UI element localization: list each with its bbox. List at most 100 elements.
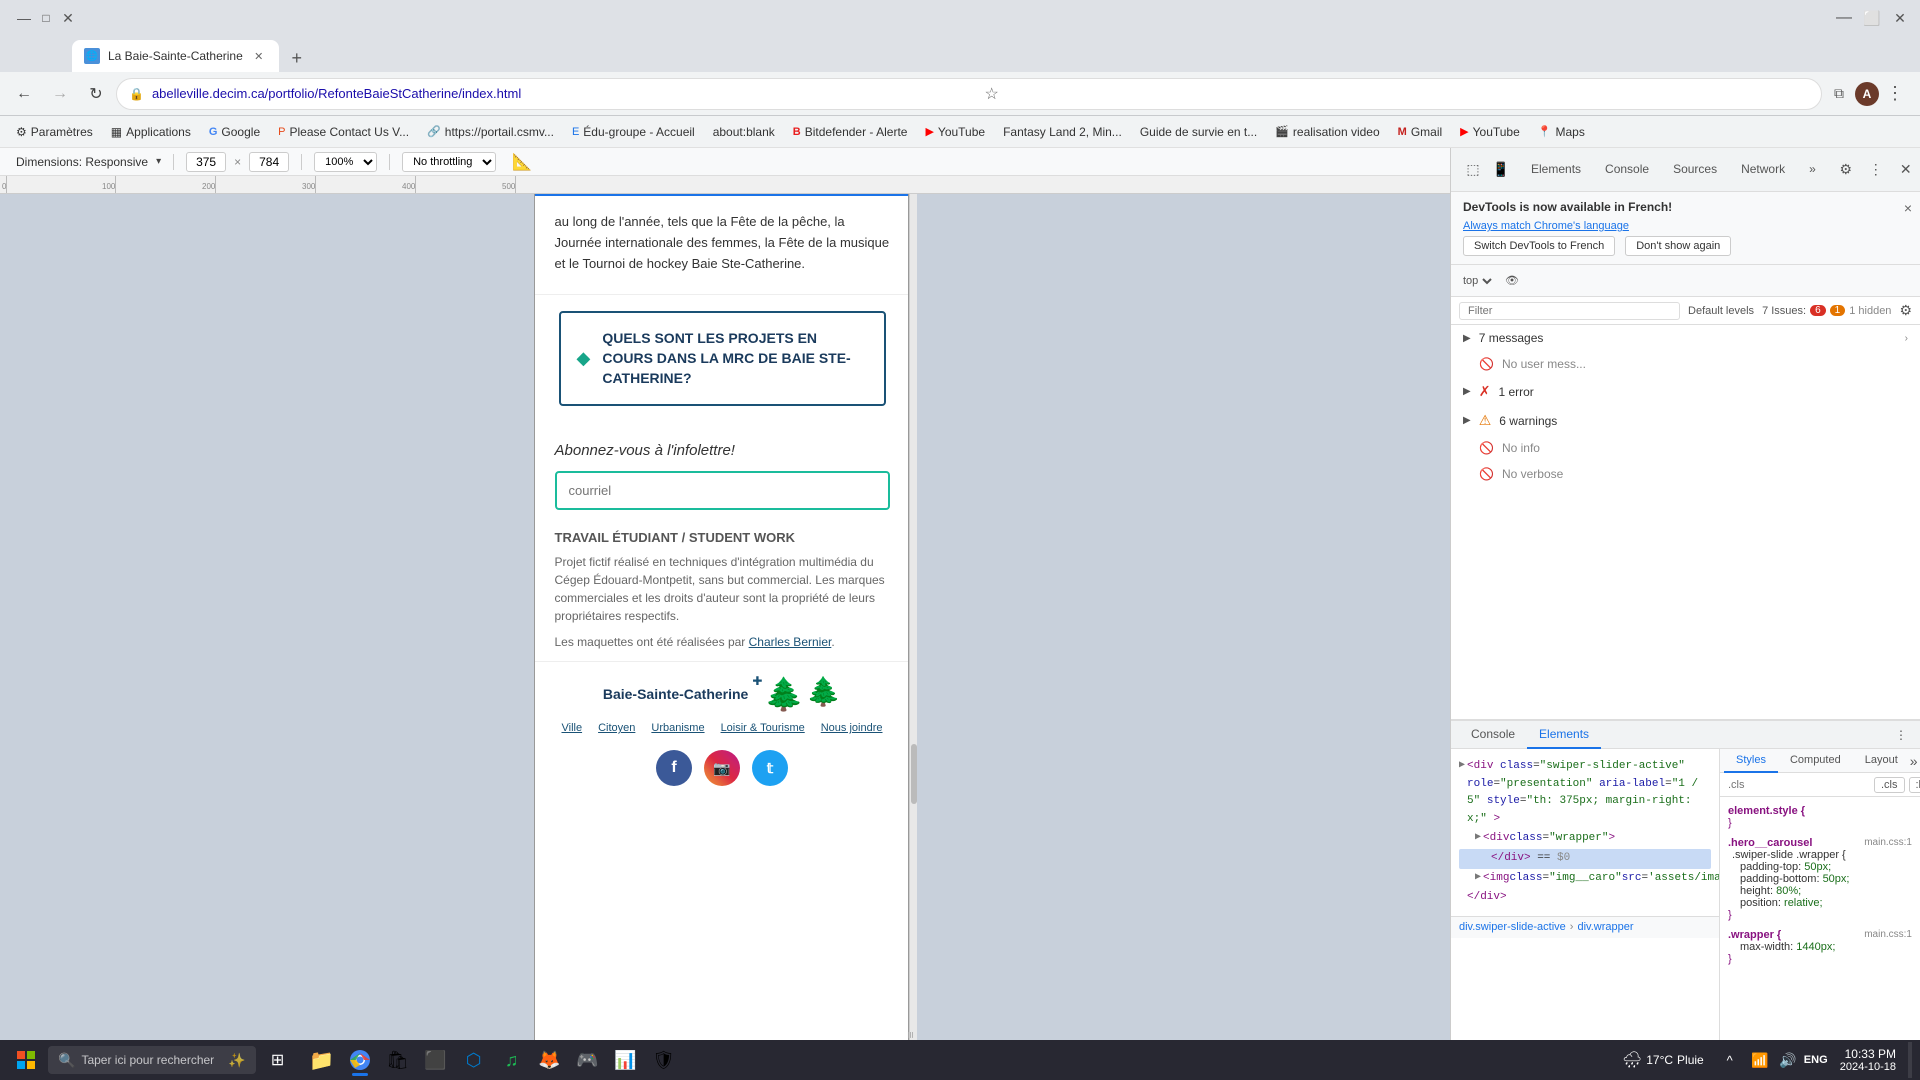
device-toolbar-dropdown-icon[interactable]: ▾: [156, 156, 161, 167]
reload-button[interactable]: ↻: [80, 78, 112, 110]
browser-minimize-button[interactable]: —: [1832, 6, 1856, 30]
cls-button[interactable]: .cls: [1874, 777, 1905, 793]
viewport-width-input[interactable]: [186, 152, 226, 172]
zoom-select[interactable]: 100%: [314, 152, 377, 172]
issues-settings-icon[interactable]: ⚙: [1899, 302, 1912, 319]
viewport-scrollbar[interactable]: ≡: [909, 194, 917, 1040]
expand-icon[interactable]: ▶: [1459, 758, 1465, 774]
bookmark-portail[interactable]: 🔗 https://portail.csmv...: [419, 123, 562, 141]
taskbar-clock[interactable]: 10:33 PM 2024-10-18: [1832, 1047, 1904, 1073]
language-indicator[interactable]: ENG: [1804, 1048, 1828, 1072]
browser-tab-active[interactable]: 🌐 La Baie-Sainte-Catherine ✕: [72, 40, 279, 72]
taskbar-search-bar[interactable]: 🔍 Taper ici pour rechercher ✨: [48, 1046, 256, 1074]
profile-button[interactable]: A: [1854, 81, 1880, 107]
taskbar-chrome[interactable]: [342, 1042, 378, 1078]
browser-menu-button[interactable]: ⋮: [1882, 81, 1908, 107]
device-toolbar-more-icon[interactable]: 📐: [512, 152, 532, 172]
facebook-link[interactable]: f: [656, 750, 692, 786]
taskbar-store[interactable]: 🛍: [380, 1042, 416, 1078]
expand-icon[interactable]: ▶: [1475, 870, 1481, 886]
minimize-button[interactable]: —: [16, 10, 32, 26]
bottom-tab-elements[interactable]: Elements: [1527, 721, 1601, 749]
filter-input[interactable]: [1459, 302, 1680, 320]
footer-nav-urbanisme[interactable]: Urbanisme: [651, 722, 704, 734]
newsletter-input[interactable]: [555, 471, 890, 510]
inspect-element-button[interactable]: ⬚: [1459, 156, 1487, 184]
device-mode-button[interactable]: 📱: [1487, 156, 1515, 184]
show-hidden-icons-button[interactable]: ^: [1720, 1050, 1740, 1070]
footer-nav-joindre[interactable]: Nous joindre: [821, 722, 883, 734]
taskbar-other1[interactable]: 🎮: [570, 1042, 606, 1078]
expand-icon[interactable]: ▶: [1475, 830, 1481, 846]
accordion-item[interactable]: ◆ QUELS SONT LES PROJETS EN COURS DANS L…: [559, 311, 886, 406]
volume-icon[interactable]: 🔊: [1776, 1048, 1800, 1072]
taskbar-file-explorer[interactable]: 📁: [304, 1042, 340, 1078]
styles-more-icon[interactable]: »: [1910, 753, 1918, 769]
maximize-button[interactable]: □: [38, 10, 54, 26]
styles-tab[interactable]: Styles: [1724, 749, 1778, 773]
weather-widget[interactable]: 🌧 17°C Pluie: [1614, 1050, 1712, 1070]
context-select[interactable]: top: [1459, 274, 1495, 288]
layout-tab[interactable]: Layout: [1853, 749, 1910, 773]
taskbar-cmd[interactable]: ⬛: [418, 1042, 454, 1078]
bottom-panel-more-button[interactable]: ⋮: [1890, 724, 1912, 746]
issue-7-messages[interactable]: ▶ 7 messages ›: [1451, 325, 1920, 351]
taskbar-other3[interactable]: 🛡: [646, 1042, 682, 1078]
styles-filter-input[interactable]: [1728, 779, 1870, 791]
bookmark-edu[interactable]: E Édu-groupe - Accueil: [564, 123, 703, 141]
toggle-eyedropper-button[interactable]: 👁: [1499, 272, 1525, 289]
issue-no-info[interactable]: 🚫 No info: [1451, 435, 1920, 461]
tab-console[interactable]: Console: [1593, 156, 1661, 184]
tab-sources[interactable]: Sources: [1661, 156, 1729, 184]
mobile-page-viewport[interactable]: au long de l'année, tels que la Fête de …: [534, 194, 909, 1040]
tab-elements[interactable]: Elements: [1519, 156, 1593, 184]
notification-link[interactable]: Always match Chrome's language: [1463, 220, 1908, 232]
taskbar-other2[interactable]: 📊: [608, 1042, 644, 1078]
tab-more[interactable]: »: [1797, 156, 1828, 184]
bookmark-maps[interactable]: 📍 Maps: [1530, 123, 1593, 141]
bookmark-fantasy[interactable]: Fantasy Land 2, Min...: [995, 123, 1130, 141]
scrollbar-thumb[interactable]: [911, 744, 917, 804]
devtools-more-button[interactable]: ⋮: [1862, 156, 1890, 184]
footer-nav-loisir[interactable]: Loisir & Tourisme: [721, 722, 805, 734]
taskbar-vscode[interactable]: ⬡: [456, 1042, 492, 1078]
taskbar-spotify[interactable]: ♫: [494, 1042, 530, 1078]
task-view-button[interactable]: ⊞: [260, 1042, 296, 1078]
bookmark-parametres[interactable]: ⚙ Paramètres: [8, 123, 101, 141]
new-tab-button[interactable]: +: [283, 44, 311, 72]
extensions-button[interactable]: ⧉: [1826, 81, 1852, 107]
forward-button[interactable]: →: [44, 78, 76, 110]
bottom-tab-console[interactable]: Console: [1459, 721, 1527, 749]
bookmark-google[interactable]: G Google: [201, 123, 268, 141]
taskbar-firefox[interactable]: 🦊: [532, 1042, 568, 1078]
devtools-settings-button[interactable]: ⚙: [1832, 156, 1860, 184]
close-button[interactable]: ✕: [60, 10, 76, 26]
back-button[interactable]: ←: [8, 78, 40, 110]
bookmark-bitdefender[interactable]: B Bitdefender - Alerte: [785, 123, 916, 141]
start-button[interactable]: [8, 1042, 44, 1078]
hover-button[interactable]: :hov: [1909, 777, 1920, 793]
footer-nav-citoyen[interactable]: Citoyen: [598, 722, 635, 734]
browser-close-button[interactable]: ✕: [1888, 6, 1912, 30]
tab-network[interactable]: Network: [1729, 156, 1797, 184]
issue-6-warnings[interactable]: ▶ ⚠ 6 warnings: [1451, 406, 1920, 435]
bookmark-gmail[interactable]: M Gmail: [1390, 123, 1451, 141]
bookmark-contact[interactable]: P Please Contact Us V...: [270, 123, 417, 141]
devtools-close-button[interactable]: ✕: [1892, 156, 1920, 184]
throttle-select[interactable]: No throttling: [402, 152, 496, 172]
twitter-link[interactable]: 𝕥: [752, 750, 788, 786]
instagram-link[interactable]: 📷: [704, 750, 740, 786]
bookmark-realisation[interactable]: 🎬 realisation video: [1267, 123, 1387, 141]
browser-maximize-button[interactable]: ⬜: [1860, 6, 1884, 30]
author-link[interactable]: Charles Bernier: [749, 635, 832, 649]
issue-1-error[interactable]: ▶ ✗ 1 error: [1451, 377, 1920, 406]
viewport-height-input[interactable]: [249, 152, 289, 172]
footer-nav-ville[interactable]: Ville: [561, 722, 582, 734]
breadcrumb-item-2[interactable]: div.wrapper: [1577, 921, 1633, 933]
bookmark-guide[interactable]: Guide de survie en t...: [1132, 123, 1265, 141]
issue-no-verbose[interactable]: 🚫 No verbose: [1451, 461, 1920, 487]
bookmark-star[interactable]: ☆: [984, 78, 1809, 110]
bookmark-youtube2[interactable]: ▶ YouTube: [1452, 123, 1528, 141]
system-tray[interactable]: ^: [1716, 1050, 1744, 1070]
address-bar[interactable]: 🔒 abelleville.decim.ca/portfolio/Refonte…: [116, 78, 1822, 110]
